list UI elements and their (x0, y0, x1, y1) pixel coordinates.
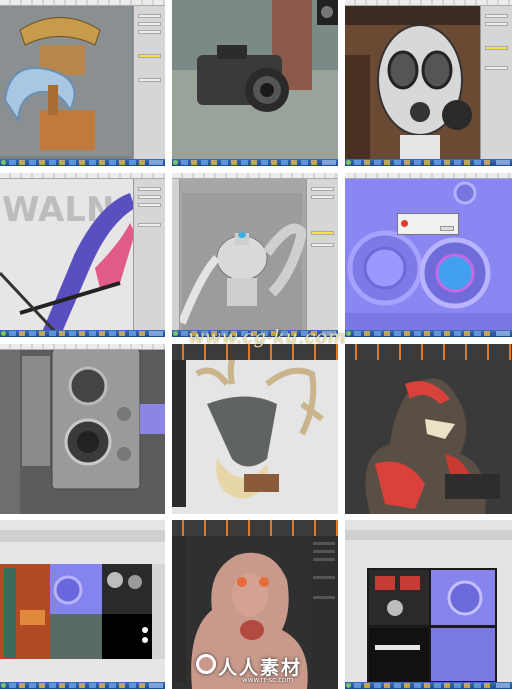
camera-scene (172, 0, 338, 166)
start-icon (1, 160, 6, 165)
panel-row-selected (311, 231, 334, 235)
tutorial-collage: WALN www.cg-ku.com 人人素材 www.rr-sc.com (0, 0, 512, 689)
panel-row-selected (138, 54, 161, 58)
panel-row (138, 14, 161, 18)
tile-demon-bust (345, 344, 512, 514)
taskbar-clock (149, 331, 163, 336)
panel-row (138, 195, 161, 199)
taskbar-clock (496, 160, 510, 165)
logo-mark-icon (196, 654, 216, 674)
panel-row (138, 78, 161, 82)
taskbar-clock (496, 683, 510, 688)
taskbar-apps (9, 683, 147, 688)
start-icon (346, 331, 351, 336)
taskbar-apps (9, 160, 147, 165)
panel-row (138, 203, 161, 207)
panel-row (138, 30, 161, 34)
palette-row (313, 596, 335, 599)
taskbar-clock (149, 160, 163, 165)
tile-normal-bake (345, 173, 512, 337)
taskbar-clock (149, 683, 163, 688)
tile-gasmask-viewport (345, 0, 512, 166)
start-icon (173, 160, 178, 165)
tile-vase-viewport (172, 173, 338, 337)
site-logo: 人人素材 www.rr-sc.com (196, 652, 346, 684)
taskbar-apps (354, 331, 494, 336)
palette-row (313, 550, 335, 553)
tile-camera-render (172, 0, 338, 166)
windows-taskbar (345, 330, 512, 337)
zbrush-left-shelf (172, 536, 186, 682)
menu-bar (345, 173, 512, 179)
site-watermark: www.cg-ku.com (188, 326, 347, 348)
windows-taskbar (345, 682, 512, 689)
panel-row-selected (485, 46, 508, 50)
twin-lens-scene (0, 344, 165, 514)
zbrush-toolbar (345, 344, 512, 360)
taskbar-apps (354, 683, 494, 688)
tile-bow-viewport: WALN (0, 173, 165, 337)
dialog-ok-button[interactable] (440, 226, 454, 231)
taskbar-apps (9, 331, 147, 336)
palette-row (313, 576, 335, 579)
windows-taskbar (0, 159, 165, 166)
deer-skull-scene (172, 344, 338, 514)
tile-normal-atlas (345, 520, 512, 689)
logo-url: www.rr-sc.com (242, 676, 294, 684)
panel-row (311, 243, 334, 247)
windows-taskbar (172, 159, 338, 166)
command-panel (480, 6, 512, 159)
panel-row (485, 22, 508, 26)
tile-texture-atlas (0, 520, 165, 689)
tool-sidebar (172, 179, 180, 330)
normal-bake-scene (345, 173, 512, 337)
panel-row (485, 66, 508, 70)
start-icon (1, 683, 6, 688)
zbrush-toolbar (172, 520, 338, 536)
menu-bar (0, 344, 165, 350)
demon-bust-scene (345, 344, 512, 514)
texture-atlas-scene (0, 520, 165, 689)
panel-row (138, 22, 161, 26)
panel-row (485, 14, 508, 18)
message-dialog (397, 213, 459, 235)
command-panel (133, 6, 165, 159)
normal-atlas-scene (345, 520, 512, 689)
taskbar-clock (496, 331, 510, 336)
panel-row (311, 195, 334, 199)
windows-taskbar (0, 330, 165, 337)
palette-row (313, 558, 335, 561)
taskbar-apps (354, 160, 494, 165)
panel-row (138, 223, 161, 227)
windows-taskbar (345, 159, 512, 166)
zbrush-left-shelf (172, 360, 186, 507)
start-icon (173, 331, 178, 336)
tile-deer-skull (172, 344, 338, 514)
command-panel (306, 179, 338, 330)
start-icon (346, 683, 351, 688)
panel-row (138, 187, 161, 191)
tile-carousel-viewport (0, 0, 165, 166)
error-icon (401, 220, 408, 227)
start-icon (346, 160, 351, 165)
taskbar-clock (322, 160, 336, 165)
tile-twin-lens-camera (0, 344, 165, 514)
windows-taskbar (0, 682, 165, 689)
command-panel (133, 179, 165, 330)
start-icon (1, 331, 6, 336)
palette-row (313, 542, 335, 545)
taskbar-apps (181, 160, 320, 165)
panel-row (311, 187, 334, 191)
